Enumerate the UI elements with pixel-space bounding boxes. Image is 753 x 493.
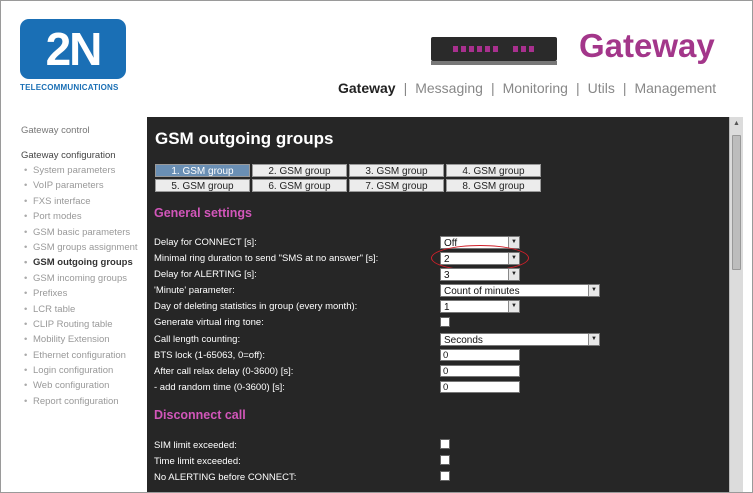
scrollbar-thumb[interactable] (732, 135, 741, 270)
nav-utils[interactable]: Utils (588, 80, 615, 96)
minute-parameter-label: 'Minute' parameter: (154, 285, 235, 296)
virtual-ring-tone-checkbox[interactable] (440, 317, 450, 327)
device-port (461, 46, 466, 52)
no-alerting-checkbox[interactable] (440, 471, 450, 481)
time-limit-exceeded-label: Time limit exceeded: (154, 456, 241, 467)
nav-monitoring[interactable]: Monitoring (503, 80, 568, 96)
scroll-up-icon[interactable]: ▲ (732, 120, 741, 130)
sidebar-item-fxs-interface[interactable]: FXS interface (21, 196, 146, 208)
random-time-input[interactable]: 0 (440, 381, 520, 393)
chevron-down-icon: ▼ (508, 301, 519, 312)
sidebar-item-gsm-basic-parameters[interactable]: GSM basic parameters (21, 227, 146, 239)
nav-gateway[interactable]: Gateway (338, 80, 396, 96)
delete-statistics-day-label: Day of deleting statistics in group (eve… (154, 301, 358, 312)
device-port (469, 46, 474, 52)
tab-gsm-group-7[interactable]: 7. GSM group (349, 179, 444, 192)
relax-delay-input[interactable]: 0 (440, 365, 520, 377)
sidebar: Gateway control Gateway configuration Sy… (21, 125, 146, 411)
device-port (513, 46, 518, 52)
sidebar-item-web-configuration[interactable]: Web configuration (21, 380, 146, 392)
sidebar-item-ethernet-configuration[interactable]: Ethernet configuration (21, 350, 146, 362)
sidebar-item-mobility-extension[interactable]: Mobility Extension (21, 334, 146, 346)
sidebar-item-gsm-outgoing-groups[interactable]: GSM outgoing groups (21, 257, 146, 269)
minute-parameter-select[interactable]: Count of minutes ▼ (440, 284, 600, 297)
call-length-counting-select[interactable]: Seconds ▼ (440, 333, 600, 346)
chevron-down-icon: ▼ (588, 285, 599, 296)
device-port (521, 46, 526, 52)
sidebar-item-system-parameters[interactable]: System parameters (21, 165, 146, 177)
general-settings-heading: General settings (154, 206, 252, 220)
sim-limit-exceeded-label: SIM limit exceeded: (154, 440, 237, 451)
sidebar-item-clip-routing-table[interactable]: CLIP Routing table (21, 319, 146, 331)
tab-gsm-group-6[interactable]: 6. GSM group (252, 179, 347, 192)
tab-gsm-group-8[interactable]: 8. GSM group (446, 179, 541, 192)
sidebar-gateway-configuration[interactable]: Gateway configuration (21, 150, 146, 161)
sidebar-item-login-configuration[interactable]: Login configuration (21, 365, 146, 377)
sidebar-gateway-control[interactable]: Gateway control (21, 125, 146, 136)
logo-text: 2N (45, 23, 103, 75)
logo-subtitle: TELECOMMUNICATIONS (20, 83, 119, 92)
delete-statistics-day-select[interactable]: 1 ▼ (440, 300, 520, 313)
time-limit-exceeded-checkbox[interactable] (440, 455, 450, 465)
virtual-ring-tone-label: Generate virtual ring tone: (154, 317, 264, 328)
minute-parameter-value: Count of minutes (444, 286, 520, 297)
nav-separator: | (403, 80, 408, 96)
tab-gsm-group-5[interactable]: 5. GSM group (155, 179, 250, 192)
chevron-down-icon: ▼ (588, 334, 599, 345)
bts-lock-label: BTS lock (1-65063, 0=off): (154, 350, 265, 361)
call-length-counting-label: Call length counting: (154, 334, 241, 345)
delay-alerting-value: 3 (444, 270, 450, 281)
sidebar-item-report-configuration[interactable]: Report configuration (21, 396, 146, 408)
random-time-label: - add random time (0-3600) [s]: (154, 382, 285, 393)
nav-messaging[interactable]: Messaging (415, 80, 483, 96)
device-port (477, 46, 482, 52)
bts-lock-input[interactable]: 0 (440, 349, 520, 361)
device-base (431, 61, 557, 65)
sidebar-item-prefixes[interactable]: Prefixes (21, 288, 146, 300)
no-alerting-label: No ALERTING before CONNECT: (154, 472, 297, 483)
gateway-device-image (431, 37, 557, 65)
top-navigation: Gateway | Messaging | Monitoring | Utils | Manag… (338, 80, 716, 96)
chevron-down-icon: ▼ (508, 237, 519, 248)
app-window: 2N TELECOMMUNICATIONS Gateway Gateway | Me… (0, 0, 753, 493)
vertical-scrollbar[interactable]: ▲ (729, 117, 743, 492)
sidebar-item-port-modes[interactable]: Port modes (21, 211, 146, 223)
tab-gsm-group-2[interactable]: 2. GSM group (252, 164, 347, 177)
nav-separator: | (575, 80, 580, 96)
nav-separator: | (490, 80, 495, 96)
sidebar-item-gsm-incoming-groups[interactable]: GSM incoming groups (21, 273, 146, 285)
nav-separator: | (622, 80, 627, 96)
nav-management[interactable]: Management (634, 80, 716, 96)
delay-connect-label: Delay for CONNECT [s]: (154, 237, 257, 248)
sidebar-item-voip-parameters[interactable]: VoIP parameters (21, 180, 146, 192)
min-ring-duration-label: Minimal ring duration to send "SMS at no… (154, 253, 379, 264)
sidebar-item-lcr-table[interactable]: LCR table (21, 304, 146, 316)
page-title: GSM outgoing groups (155, 129, 334, 148)
relax-delay-label: After call relax delay (0-3600) [s]: (154, 366, 294, 377)
tab-gsm-group-4[interactable]: 4. GSM group (446, 164, 541, 177)
call-length-counting-value: Seconds (444, 335, 483, 346)
sidebar-item-gsm-groups-assignment[interactable]: GSM groups assignment (21, 242, 146, 254)
chevron-down-icon: ▼ (508, 269, 519, 280)
content-panel: GSM outgoing groups 1. GSM group 2. GSM … (147, 117, 743, 492)
tab-gsm-group-1[interactable]: 1. GSM group (155, 164, 250, 177)
delete-statistics-day-value: 1 (444, 302, 450, 313)
sim-limit-exceeded-checkbox[interactable] (440, 439, 450, 449)
device-port (493, 46, 498, 52)
disconnect-call-heading: Disconnect call (154, 408, 246, 422)
product-title: Gateway (579, 27, 715, 64)
device-port (453, 46, 458, 52)
delay-alerting-select[interactable]: 3 ▼ (440, 268, 520, 281)
tab-gsm-group-3[interactable]: 3. GSM group (349, 164, 444, 177)
device-port (485, 46, 490, 52)
delay-alerting-label: Delay for ALERTING [s]: (154, 269, 257, 280)
device-port (529, 46, 534, 52)
logo-2n: 2N (20, 19, 126, 79)
